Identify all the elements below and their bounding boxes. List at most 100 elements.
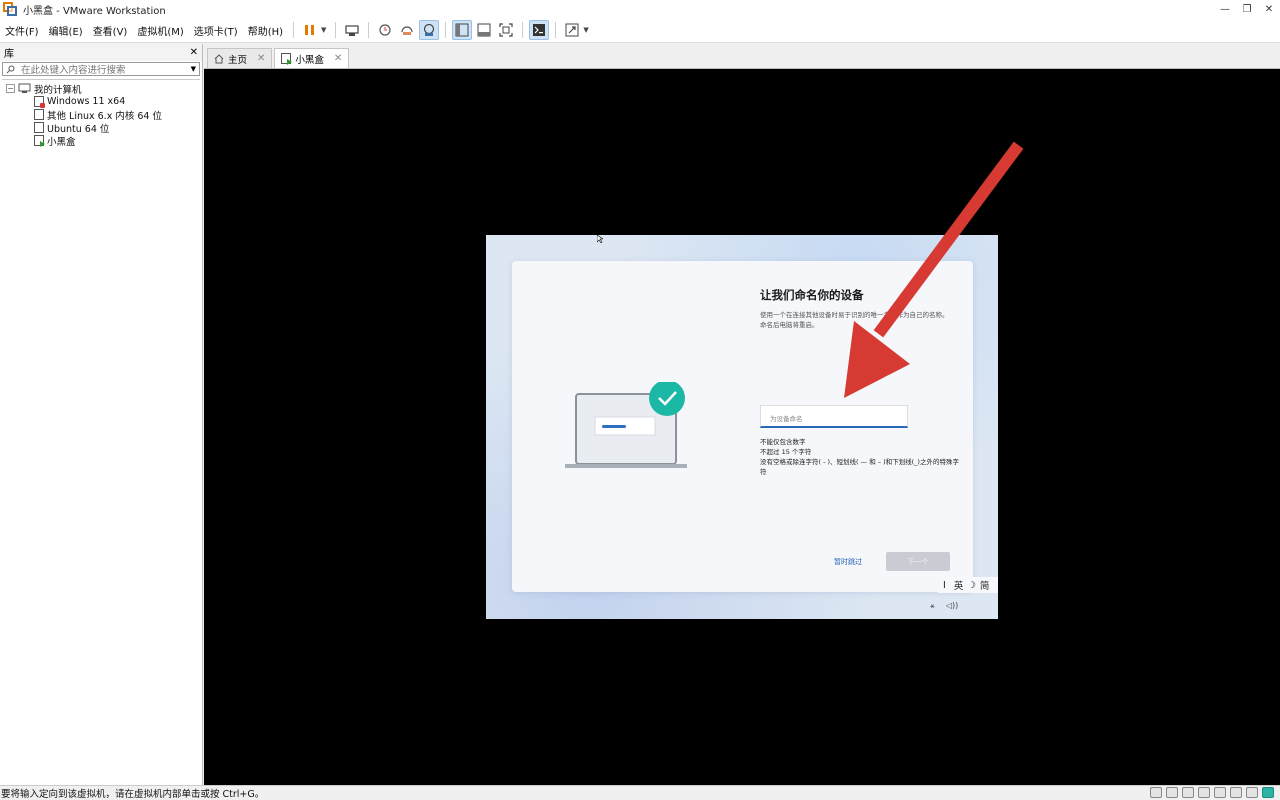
tree-item-linux[interactable]: 其他 Linux 6.x 内核 64 位 (2, 108, 200, 122)
toolbar-separator (522, 22, 524, 38)
show-library-button[interactable] (452, 20, 473, 40)
menu-vm[interactable]: 虚拟机(M) (132, 23, 188, 38)
tree-item-ubuntu[interactable]: Ubuntu 64 位 (2, 121, 200, 135)
thumbnail-bar-button[interactable] (474, 20, 494, 40)
laptop-check-illustration (565, 382, 687, 468)
vm-running-icon (281, 53, 293, 65)
page-description: 使用一个在连接其他设备时易于识别的唯一名称作为自己的名称。命名后电脑将重启。 (760, 311, 949, 329)
accessibility-icon[interactable]: ⚹ (930, 601, 935, 611)
toolbar-separator (335, 22, 337, 38)
snapshot-icon (379, 24, 392, 36)
rule-item: 不超过 15 个字符 (760, 448, 812, 456)
menu-bar: 文件(F) 编辑(E) 查看(V) 虚拟机(M) 选项卡(T) 帮助(H) ▼ … (0, 18, 1280, 43)
show-library-icon (455, 23, 469, 37)
printer-icon[interactable] (1230, 787, 1242, 798)
menu-view[interactable]: 查看(V) (88, 23, 133, 38)
tree-item-label: 小黑盒 (47, 136, 76, 148)
library-panel: 库 ✕ 在此处键入内容进行搜索 ▼ − 我的计算机 Windows 11 x64… (0, 44, 203, 785)
send-ctrl-alt-del-button[interactable] (342, 20, 362, 40)
menu-edit[interactable]: 编辑(E) (44, 23, 88, 38)
collapse-toggle-icon[interactable]: − (6, 84, 15, 93)
full-screen-icon (499, 23, 514, 37)
next-button[interactable]: 下一个 (886, 552, 950, 571)
menu-file[interactable]: 文件(F) (0, 23, 44, 38)
revert-snapshot-button[interactable] (397, 20, 417, 40)
tab-bar: 主页 ✕ 小黑盒 ✕ (204, 44, 1280, 69)
display-icon[interactable] (1246, 787, 1258, 798)
page-title: 让我们命名你的设备 (760, 288, 864, 302)
rule-item: 不能仅包含数字 (760, 438, 806, 446)
hdd-icon[interactable] (1150, 787, 1162, 798)
rule-item: 没有空格或除连字符( - )、短划线( — 和 – )和下划线(_)之外的特殊字… (760, 458, 959, 476)
ime-cursor: I (943, 579, 946, 591)
chevron-down-icon[interactable]: ▼ (191, 65, 196, 73)
device-name-input[interactable]: 为设备命名 (760, 405, 908, 428)
ime-mode-toggle[interactable]: 简 (980, 578, 990, 592)
pause-button[interactable] (300, 20, 320, 40)
manage-snapshots-button[interactable] (419, 20, 440, 40)
mouse-cursor-icon (597, 235, 603, 243)
vmware-logo-icon (3, 2, 17, 16)
network-adapter-icon[interactable] (1182, 787, 1194, 798)
home-icon (214, 53, 224, 63)
thumbnail-bar-icon (477, 23, 491, 37)
sound-card-icon[interactable] (1214, 787, 1226, 798)
full-screen-button[interactable] (496, 20, 516, 40)
menu-tabs[interactable]: 选项卡(T) (189, 23, 243, 38)
pause-dropdown-icon[interactable]: ▼ (321, 26, 326, 34)
guest-tray: ⚹ ◁)) (930, 601, 958, 611)
usb-icon[interactable] (1198, 787, 1210, 798)
tree-root[interactable]: − 我的计算机 (2, 82, 200, 96)
tab-close-icon[interactable]: ✕ (334, 53, 342, 64)
toolbar-separator (555, 22, 557, 38)
snapshot-button[interactable] (375, 20, 395, 40)
tree-item-label: Ubuntu 64 位 (47, 123, 110, 135)
tab-label: 主页 (228, 54, 248, 66)
title-bar: 小黑盒 - VMware Workstation — ❐ ✕ (0, 0, 1280, 18)
tab-home[interactable]: 主页 ✕ (207, 48, 273, 68)
ime-lang-toggle[interactable]: 英 (954, 578, 964, 592)
oobe-dialog: 让我们命名你的设备 使用一个在连接其他设备时易于识别的唯一名称作为自己的名称。命… (512, 261, 973, 592)
library-title: 库 (4, 49, 14, 60)
skip-button[interactable]: 暂时跳过 (834, 557, 862, 567)
search-icon (6, 65, 15, 73)
vm-powered-off-icon (34, 96, 45, 108)
tree-item-xiaoheihe[interactable]: 小黑盒 (2, 134, 200, 148)
window-controls: — ❐ ✕ (1214, 0, 1280, 18)
message-log-icon[interactable] (1262, 787, 1274, 798)
restore-button[interactable]: ❐ (1236, 0, 1258, 18)
tab-xiaoheihe[interactable]: 小黑盒 ✕ (274, 48, 350, 68)
library-header: 库 ✕ (0, 44, 202, 61)
volume-icon[interactable]: ◁)) (946, 601, 958, 611)
console-view-icon (533, 24, 546, 36)
toolbar-separator (445, 22, 447, 38)
close-button[interactable]: ✕ (1258, 0, 1280, 18)
library-search-input[interactable]: 在此处键入内容进行搜索 ▼ (2, 62, 200, 76)
computer-icon (18, 83, 31, 93)
device-status-icons (1150, 787, 1274, 798)
stretch-guest-button[interactable] (562, 20, 582, 40)
cdrom-icon[interactable] (1166, 787, 1178, 798)
name-rules: 不能仅包含数字 不超过 15 个字符 没有空格或除连字符( - )、短划线( —… (760, 437, 960, 477)
menu-help[interactable]: 帮助(H) (243, 23, 288, 38)
library-search-placeholder: 在此处键入内容进行搜索 (21, 65, 126, 76)
library-close-button[interactable]: ✕ (190, 47, 198, 58)
tree-item-label: Windows 11 x64 (47, 96, 126, 107)
guest-display[interactable]: 让我们命名你的设备 使用一个在连接其他设备时易于识别的唯一名称作为自己的名称。命… (486, 235, 998, 619)
ime-moon-icon[interactable]: ☽ (967, 580, 976, 591)
vm-icon (34, 122, 44, 133)
toolbar-separator (293, 22, 295, 38)
tree-item-label: 其他 Linux 6.x 内核 64 位 (47, 110, 162, 122)
vm-tree: − 我的计算机 Windows 11 x64 其他 Linux 6.x 内核 6… (2, 79, 200, 148)
vm-console[interactable]: 让我们命名你的设备 使用一个在连接其他设备时易于识别的唯一名称作为自己的名称。命… (204, 69, 1280, 785)
tab-close-icon[interactable]: ✕ (257, 53, 265, 64)
tree-root-label: 我的计算机 (34, 84, 82, 96)
console-view-button[interactable] (529, 20, 550, 40)
status-bar: 要将输入定向到该虚拟机，请在虚拟机内部单击或按 Ctrl+G。 (0, 785, 1280, 800)
stretch-dropdown-icon[interactable]: ▼ (583, 26, 588, 34)
minimize-button[interactable]: — (1214, 0, 1236, 18)
manage-snapshots-icon (424, 23, 435, 36)
stretch-guest-icon (565, 23, 579, 37)
tree-item-windows11[interactable]: Windows 11 x64 (2, 95, 200, 108)
toolbar-separator (368, 22, 370, 38)
